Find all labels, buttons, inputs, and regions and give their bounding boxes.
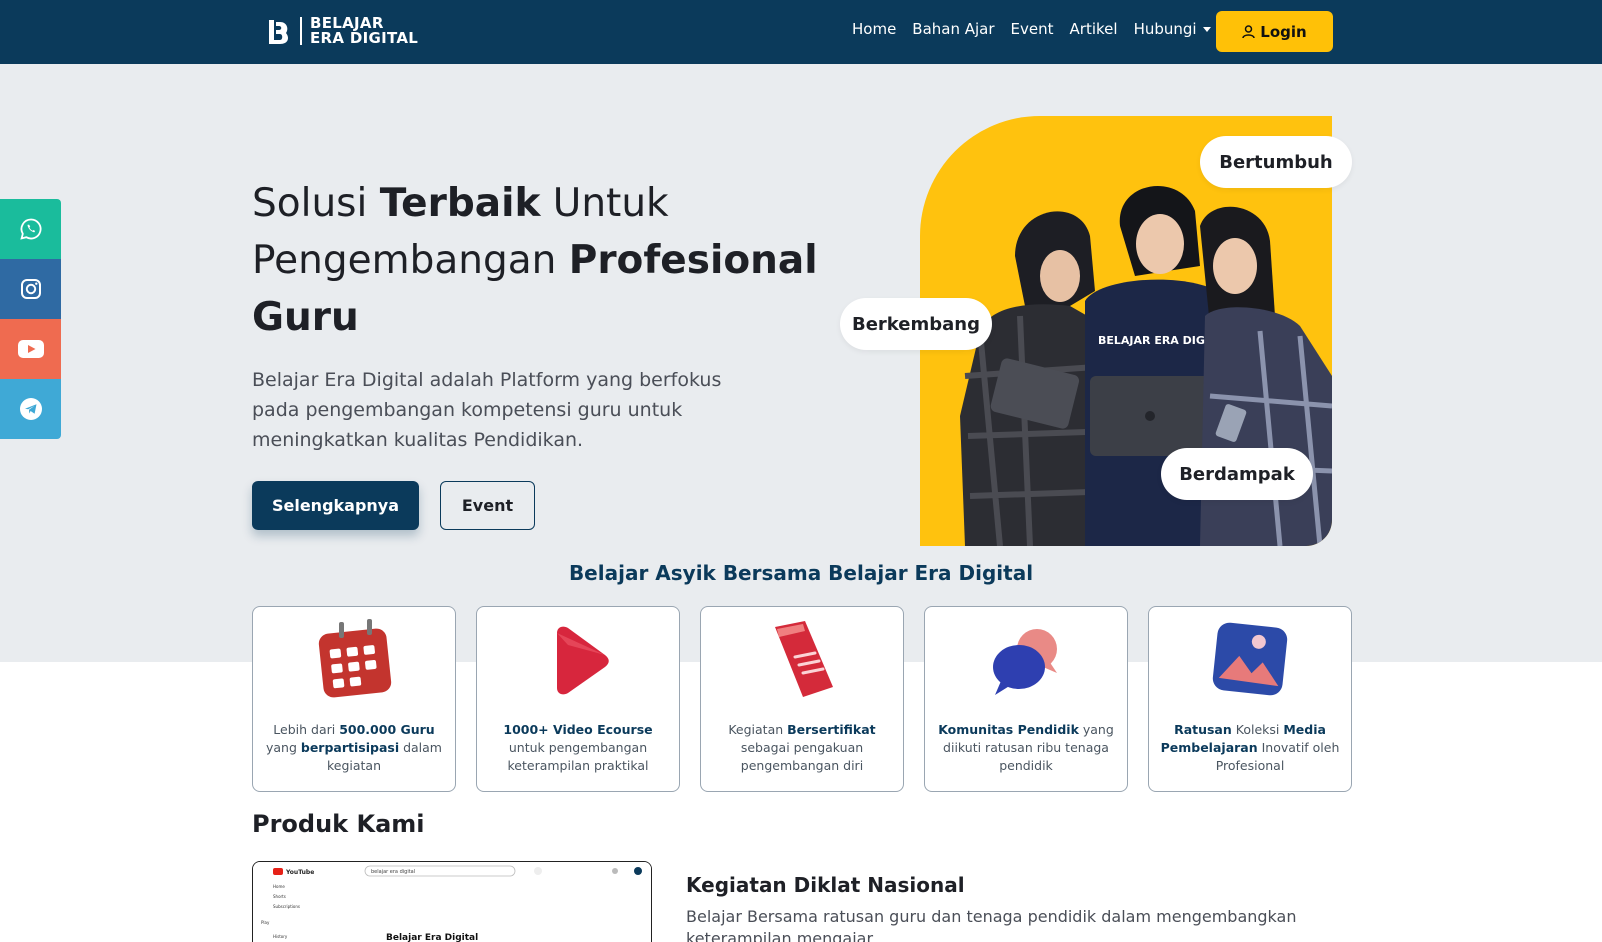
nav-hubungi-label: Hubungi [1133, 20, 1197, 38]
brand-logo[interactable]: BELAJAR ERA DIGITAL [266, 16, 418, 46]
brand-line-2: ERA DIGITAL [310, 29, 419, 47]
hero-heading-bold: Terbaik [379, 181, 541, 226]
feature-card: 1000+ Video Ecourse untuk pengembangan k… [476, 606, 680, 792]
social-sidebar [0, 199, 61, 439]
hero-heading: Solusi Terbaik Untuk Pengembangan Profes… [252, 175, 852, 346]
hero-heading-bold: Profesional [568, 238, 818, 283]
nav-event[interactable]: Event [1011, 20, 1054, 38]
svg-text:Subscriptions: Subscriptions [273, 904, 300, 909]
hero-heading-part: Pengembangan [252, 238, 569, 283]
selengkapnya-button[interactable]: Selengkapnya [252, 481, 419, 530]
whatsapp-icon [19, 218, 41, 240]
media-gallery-icon [1212, 622, 1288, 696]
hero-description: Belajar Era Digital adalah Platform yang… [252, 369, 722, 451]
calendar-icon [318, 619, 392, 698]
svg-text:Home: Home [273, 884, 285, 889]
svg-text:Belajar Era Digital: Belajar Era Digital [386, 933, 478, 942]
login-label: Login [1260, 22, 1307, 41]
feature-card-text: 1000+ Video Ecourse untuk pengembangan k… [503, 722, 653, 773]
produk-heading: Produk Kami [252, 810, 425, 838]
whatsapp-link[interactable] [0, 199, 61, 259]
youtube-link[interactable] [0, 319, 61, 379]
feature-card-text: Komunitas Pendidik yang diikuti ratusan … [938, 722, 1114, 773]
svg-text:belajar era digital: belajar era digital [371, 869, 415, 875]
pill-berdampak: Berdampak [1161, 448, 1313, 500]
feature-card-text: Ratusan Koleksi Media Pembelajaran Inova… [1160, 722, 1340, 773]
product-description: Belajar Bersama ratusan guru dan tenaga … [686, 907, 1297, 942]
hero-heading-bold: Guru [252, 295, 359, 340]
telegram-link[interactable] [0, 379, 61, 439]
feature-cards: Lebih dari 500.000 Guru yang berpartisip… [252, 606, 1352, 792]
svg-text:Shorts: Shorts [273, 894, 286, 899]
instagram-link[interactable] [0, 259, 61, 319]
pill-berkembang: Berkembang [840, 298, 992, 350]
telegram-icon [19, 398, 42, 420]
pill-bertumbuh: Bertumbuh [1200, 136, 1352, 188]
svg-text:Play: Play [261, 920, 270, 925]
certificate-icon [775, 621, 833, 697]
hero-heading-part: Solusi [252, 181, 380, 226]
feature-card: Komunitas Pendidik yang diikuti ratusan … [924, 606, 1128, 792]
top-navbar: BELAJAR ERA DIGITAL Home Bahan Ajar Even… [0, 0, 1602, 64]
nav-artikel[interactable]: Artikel [1070, 20, 1118, 38]
feature-card: Kegiatan Bersertifikat sebagai pengakuan… [700, 606, 904, 792]
nav-menu: Home Bahan Ajar Event Artikel Hubungi [852, 20, 1211, 38]
feature-card-text: Kegiatan Bersertifikat sebagai pengakuan… [728, 722, 876, 773]
brand-name: BELAJAR ERA DIGITAL [310, 16, 418, 46]
event-button[interactable]: Event [440, 481, 535, 530]
feature-card-text: Lebih dari 500.000 Guru yang berpartisip… [265, 722, 442, 773]
logo-divider [300, 17, 302, 45]
nav-bahan-ajar[interactable]: Bahan Ajar [912, 20, 994, 38]
instagram-icon [20, 279, 41, 299]
nav-home[interactable]: Home [852, 20, 896, 38]
feature-card: Lebih dari 500.000 Guru yang berpartisip… [252, 606, 456, 792]
caret-down-icon [1202, 27, 1211, 32]
svg-text:YouTube: YouTube [285, 869, 314, 876]
nav-hubungi-dropdown[interactable]: Hubungi [1134, 20, 1211, 38]
brand-logo-icon [269, 20, 288, 44]
user-icon [1242, 24, 1256, 38]
chat-bubbles-icon [993, 629, 1057, 695]
product-screenshot[interactable]: YouTube belajar era digital Home Shorts Su… [252, 861, 652, 942]
youtube-icon [17, 340, 44, 358]
section-title: Belajar Asyik Bersama Belajar Era Digita… [568, 561, 1034, 585]
svg-text:History: History [273, 934, 288, 939]
hero-heading-part: Untuk [540, 181, 669, 226]
youtube-screenshot-image: YouTube belajar era digital Home Shorts Su… [253, 862, 651, 942]
product-title: Kegiatan Diklat Nasional [686, 873, 965, 897]
play-icon [557, 626, 609, 695]
feature-card: Ratusan Koleksi Media Pembelajaran Inova… [1148, 606, 1352, 792]
login-button[interactable]: Login [1216, 11, 1333, 52]
